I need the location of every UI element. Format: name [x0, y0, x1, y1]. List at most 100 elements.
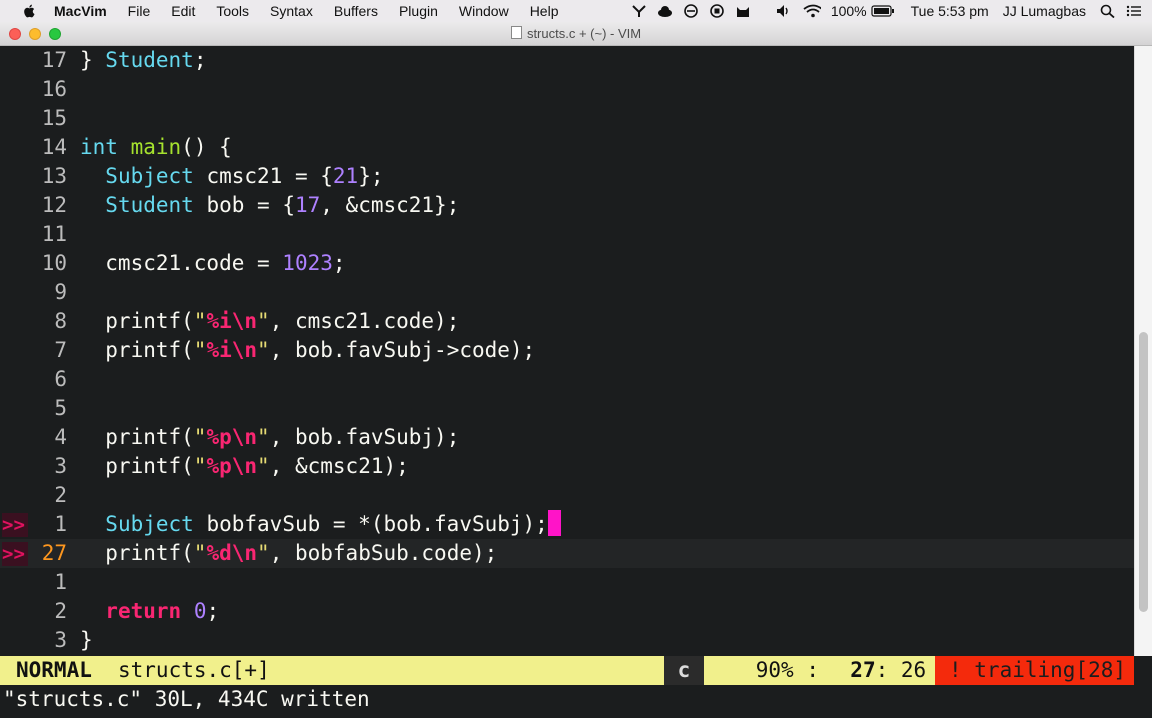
line-number: 17 — [41, 48, 67, 72]
line-number: 13 — [41, 164, 67, 188]
code-text[interactable]: } — [80, 626, 93, 655]
code-token: %p\n — [206, 425, 258, 449]
menu-tools[interactable]: Tools — [216, 3, 249, 19]
current-line[interactable]: >> 27 printf("%d\n", bobfabSub.code); — [0, 539, 1134, 568]
code-text[interactable]: Subject bobfavSub = *(bob.favSubj); — [80, 510, 561, 539]
code-token: " — [257, 454, 270, 478]
sign-column-marker — [2, 629, 28, 653]
menu-file[interactable]: File — [128, 3, 151, 19]
code-line[interactable]: 2 return 0; — [0, 597, 1134, 626]
code-text[interactable]: Student bob = {17, &cmsc21}; — [80, 191, 459, 220]
code-line[interactable]: 6 — [0, 365, 1134, 394]
code-text[interactable]: int main() { — [80, 133, 232, 162]
volume-icon[interactable] — [775, 4, 791, 18]
do-not-disturb-icon[interactable] — [683, 4, 699, 18]
menu-app-name[interactable]: MacVim — [54, 3, 107, 19]
code-line[interactable]: >> 1 Subject bobfavSub = *(bob.favSubj); — [0, 510, 1134, 539]
menu-syntax[interactable]: Syntax — [270, 3, 313, 19]
cursor-line: 27 — [850, 658, 876, 682]
code-line[interactable]: 8 printf("%i\n", cmsc21.code); — [0, 307, 1134, 336]
editor-text-area[interactable]: 17} Student; 16 15 14 int main() {13 Subject… — [0, 46, 1134, 656]
code-text[interactable]: } Student; — [80, 46, 206, 75]
filetype-indicator: c — [664, 656, 704, 685]
code-line[interactable]: 12 Student bob = {17, &cmsc21}; — [0, 191, 1134, 220]
code-token: Subject — [105, 164, 194, 188]
code-line[interactable]: 17 } Student; — [0, 46, 1134, 75]
code-line[interactable]: 5 — [0, 394, 1134, 423]
line-number: 1 — [54, 512, 67, 536]
line-number: 5 — [54, 396, 67, 420]
code-token: cmsc21.code = — [80, 251, 283, 275]
apple-icon[interactable] — [20, 3, 40, 19]
code-line[interactable]: 4 printf("%p\n", bob.favSubj); — [0, 423, 1134, 452]
code-line[interactable]: 2 — [0, 481, 1134, 510]
trailing-whitespace-warning: ! trailing[28] — [935, 656, 1134, 685]
code-text[interactable]: printf("%i\n", cmsc21.code); — [80, 307, 459, 336]
code-token: bob = { — [193, 193, 295, 217]
code-line[interactable]: 15 — [0, 104, 1134, 133]
menu-window[interactable]: Window — [459, 3, 509, 19]
code-text[interactable]: printf("%p\n", &cmsc21); — [80, 452, 409, 481]
clock[interactable]: Tue 5:53 pm — [911, 3, 989, 19]
cloud-icon[interactable] — [657, 4, 673, 18]
code-line[interactable]: 14 int main() { — [0, 133, 1134, 162]
code-line[interactable]: 9 — [0, 278, 1134, 307]
code-text[interactable]: printf("%d\n", bobfabSub.code); — [80, 539, 497, 568]
code-line[interactable]: 3 printf("%p\n", &cmsc21); — [0, 452, 1134, 481]
user-name[interactable]: JJ Lumagbas — [1003, 3, 1086, 19]
code-line[interactable]: 11 — [0, 220, 1134, 249]
code-token: , &cmsc21}; — [320, 193, 460, 217]
code-token: }; — [358, 164, 384, 188]
menu-help[interactable]: Help — [530, 3, 559, 19]
code-token: " — [257, 541, 270, 565]
code-line[interactable]: 1 — [0, 568, 1134, 597]
code-text[interactable]: Subject cmsc21 = {21}; — [80, 162, 383, 191]
code-token: 0 — [193, 599, 207, 623]
code-token: , &cmsc21); — [269, 454, 409, 478]
line-number: 3 — [54, 454, 67, 478]
code-line[interactable]: 13 Subject cmsc21 = {21}; — [0, 162, 1134, 191]
code-token: , bob.favSubj); — [269, 425, 460, 449]
code-token: " — [257, 309, 270, 333]
code-text[interactable]: printf("%p\n", bob.favSubj); — [80, 423, 459, 452]
spotlight-search-icon[interactable] — [1100, 4, 1116, 18]
cat-icon[interactable] — [735, 4, 751, 18]
menu-edit[interactable]: Edit — [171, 3, 195, 19]
vertical-scrollbar[interactable] — [1134, 46, 1152, 656]
line-number: 15 — [41, 106, 67, 130]
code-token: Student — [105, 193, 194, 217]
code-token: printf( — [80, 309, 194, 333]
percent-separator: : — [806, 658, 819, 682]
code-line[interactable]: 7 printf("%i\n", bob.favSubj->code); — [0, 336, 1134, 365]
code-line[interactable]: 16 — [0, 75, 1134, 104]
code-token: " — [193, 309, 207, 333]
code-text[interactable]: return 0; — [80, 597, 219, 626]
code-token: printf( — [80, 541, 194, 565]
code-token: %d\n — [206, 541, 258, 565]
code-text[interactable]: cmsc21.code = 1023; — [80, 249, 345, 278]
line-number: 14 — [41, 135, 67, 159]
mode-indicator: NORMAL — [16, 658, 92, 682]
sign-column-marker — [2, 571, 28, 595]
record-icon[interactable] — [709, 4, 725, 18]
code-text[interactable]: printf("%i\n", bob.favSubj->code); — [80, 336, 535, 365]
menu-buffers[interactable]: Buffers — [334, 3, 378, 19]
command-line[interactable]: "structs.c" 30L, 434C written — [0, 685, 1152, 718]
code-token: return — [105, 599, 182, 623]
battery-percent: 100% — [830, 3, 867, 19]
battery-icon[interactable] — [871, 4, 895, 18]
notification-center-icon[interactable] — [1126, 4, 1142, 18]
menu-plugin[interactable]: Plugin — [399, 3, 438, 19]
code-token: ; — [193, 48, 207, 72]
cursor-column: 26 — [900, 658, 927, 682]
code-line[interactable]: 3} — [0, 626, 1134, 655]
document-icon[interactable] — [510, 26, 522, 39]
antenna-icon[interactable] — [631, 4, 647, 18]
code-token: , bobfabSub.code); — [269, 541, 498, 565]
window-title-bar[interactable]: structs.c + (~) - VIM — [0, 22, 1152, 46]
code-line[interactable]: 10 cmsc21.code = 1023; — [0, 249, 1134, 278]
wifi-icon[interactable] — [801, 4, 821, 18]
scrollbar-thumb[interactable] — [1139, 332, 1148, 612]
